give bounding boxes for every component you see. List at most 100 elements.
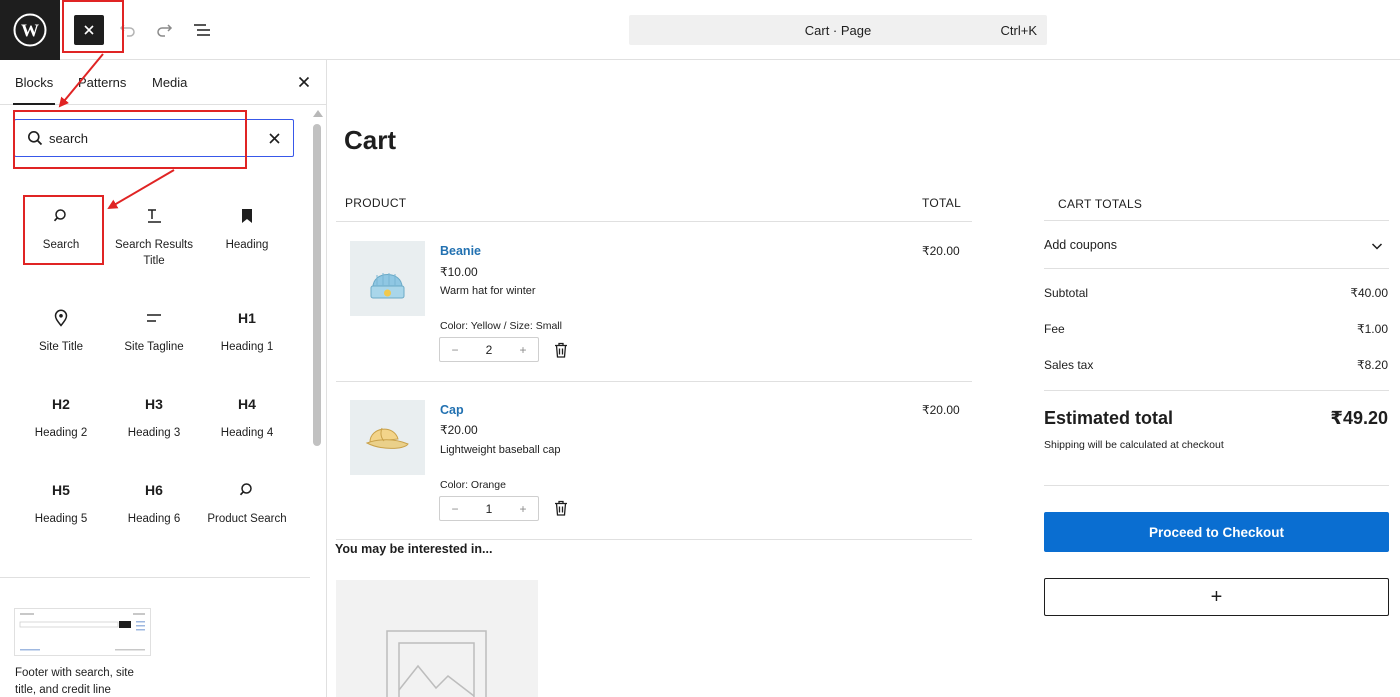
document-overview-icon[interactable] [190, 18, 214, 42]
block-heading-4[interactable]: H4 Heading 4 [201, 392, 293, 441]
product-name-link[interactable]: Cap [440, 403, 464, 417]
inserter-tabs: Blocks Patterns Media [0, 60, 326, 105]
trash-icon[interactable] [554, 342, 568, 358]
product-placeholder-image[interactable] [336, 580, 538, 697]
line-total: ₹20.00 [922, 403, 960, 417]
increase-quantity-button[interactable]: + [516, 502, 530, 516]
editor-header: W Cart · Page Ctrl+K [0, 0, 1400, 60]
proceed-to-checkout-button[interactable]: Proceed to Checkout [1044, 512, 1389, 552]
increase-quantity-button[interactable]: + [516, 343, 530, 357]
decrease-quantity-button[interactable]: − [448, 343, 462, 357]
sales-tax-value: ₹8.20 [1357, 358, 1388, 372]
keyboard-shortcut: Ctrl+K [1000, 23, 1037, 38]
annotation-highlight-block [23, 195, 104, 265]
block-site-title[interactable]: Site Title [15, 306, 107, 355]
close-icon [298, 76, 310, 88]
block-heading-5[interactable]: H5 Heading 5 [15, 478, 107, 527]
block-heading-2[interactable]: H2 Heading 2 [15, 392, 107, 441]
block-label: Heading 2 [34, 427, 88, 439]
beanie-image [370, 273, 405, 299]
heading-3-glyph: H3 [145, 396, 163, 412]
command-palette-bar[interactable]: Cart · Page Ctrl+K [629, 15, 1047, 45]
divider [336, 381, 972, 382]
block-search-results-title[interactable]: Search Results Title [108, 204, 200, 269]
quantity-value[interactable]: 1 [470, 502, 508, 516]
product-image-cap[interactable] [350, 400, 425, 475]
page-title[interactable]: Cart [344, 125, 396, 156]
image-placeholder-icon [386, 630, 487, 697]
block-label: Heading 5 [34, 513, 88, 525]
product-price: ₹10.00 [440, 265, 478, 279]
annotation-highlight-toggle [62, 0, 124, 53]
block-label: Site Title [38, 341, 84, 353]
editor-canvas: Cart PRODUCT TOTAL Beanie ₹10.00 Warm ha… [328, 61, 1400, 697]
wordpress-logo-icon[interactable]: W [0, 0, 60, 60]
block-site-tagline[interactable]: Site Tagline [108, 306, 200, 355]
panel-scrollbar[interactable] [311, 106, 323, 496]
product-variation: Color: Yellow / Size: Small [440, 320, 562, 332]
subtotal-value: ₹40.00 [1350, 286, 1388, 300]
tab-media[interactable]: Media [152, 75, 187, 90]
divider [336, 221, 972, 222]
block-label: Product Search [207, 513, 287, 525]
divider [1044, 268, 1389, 269]
quantity-value[interactable]: 2 [470, 343, 508, 357]
divider [1044, 390, 1389, 391]
column-header-product: PRODUCT [345, 196, 407, 210]
add-block-button[interactable]: + [1044, 578, 1389, 616]
decrease-quantity-button[interactable]: − [448, 502, 462, 516]
quantity-stepper: − 2 + [439, 337, 539, 362]
block-heading-3[interactable]: H3 Heading 3 [108, 392, 200, 441]
product-name-link[interactable]: Beanie [440, 244, 481, 258]
tab-blocks[interactable]: Blocks [12, 75, 56, 105]
quantity-stepper: − 1 + [439, 496, 539, 521]
block-label: Site Tagline [124, 341, 184, 353]
title-icon [108, 204, 200, 228]
sales-tax-label: Sales tax [1044, 358, 1094, 372]
clear-search-button[interactable] [266, 130, 282, 146]
add-coupons-toggle[interactable]: Add coupons [1044, 238, 1117, 252]
heading-1-glyph: H1 [238, 310, 256, 326]
product-image-beanie[interactable] [350, 241, 425, 316]
bookmark-icon [201, 204, 293, 228]
block-label: Heading [225, 239, 269, 251]
close-panel-button[interactable] [296, 74, 312, 90]
heading-4-glyph: H4 [238, 396, 256, 412]
pattern-preview-footer[interactable] [14, 608, 151, 656]
block-label: Heading 6 [127, 513, 181, 525]
tagline-icon [108, 306, 200, 330]
block-heading-6[interactable]: H6 Heading 6 [108, 478, 200, 527]
redo-icon[interactable] [152, 18, 176, 42]
block-label: Heading 1 [220, 341, 274, 353]
block-heading-1[interactable]: H1 Heading 1 [201, 306, 293, 355]
heading-2-glyph: H2 [52, 396, 70, 412]
scroll-up-arrow-icon[interactable] [313, 110, 323, 117]
product-description: Warm hat for winter [440, 285, 536, 297]
close-icon [268, 132, 280, 144]
annotation-highlight-search [13, 110, 247, 169]
line-total: ₹20.00 [922, 244, 960, 258]
map-marker-icon [15, 306, 107, 330]
fee-value: ₹1.00 [1357, 322, 1388, 336]
cart-totals-heading: CART TOTALS [1058, 197, 1143, 211]
fee-label: Fee [1044, 322, 1065, 336]
heading-5-glyph: H5 [52, 482, 70, 498]
search-icon [201, 478, 293, 502]
column-header-total: TOTAL [922, 196, 962, 210]
cap-image [365, 427, 409, 449]
divider [1044, 220, 1389, 221]
trash-icon[interactable] [554, 500, 568, 516]
scrollbar-thumb[interactable] [313, 124, 321, 446]
heading-6-glyph: H6 [145, 482, 163, 498]
pattern-label: Footer with search, site title, and cred… [15, 667, 134, 696]
block-heading[interactable]: Heading [201, 204, 293, 253]
block-label: Search Results Title [115, 239, 193, 267]
divider [336, 539, 972, 540]
estimated-total-value: ₹49.20 [1330, 408, 1388, 428]
shipping-note: Shipping will be calculated at checkout [1044, 439, 1224, 451]
tab-patterns[interactable]: Patterns [78, 75, 126, 90]
product-price: ₹20.00 [440, 423, 478, 437]
block-product-search[interactable]: Product Search [201, 478, 293, 527]
document-title: Cart · Page [804, 23, 872, 38]
chevron-down-icon[interactable] [1370, 239, 1384, 253]
